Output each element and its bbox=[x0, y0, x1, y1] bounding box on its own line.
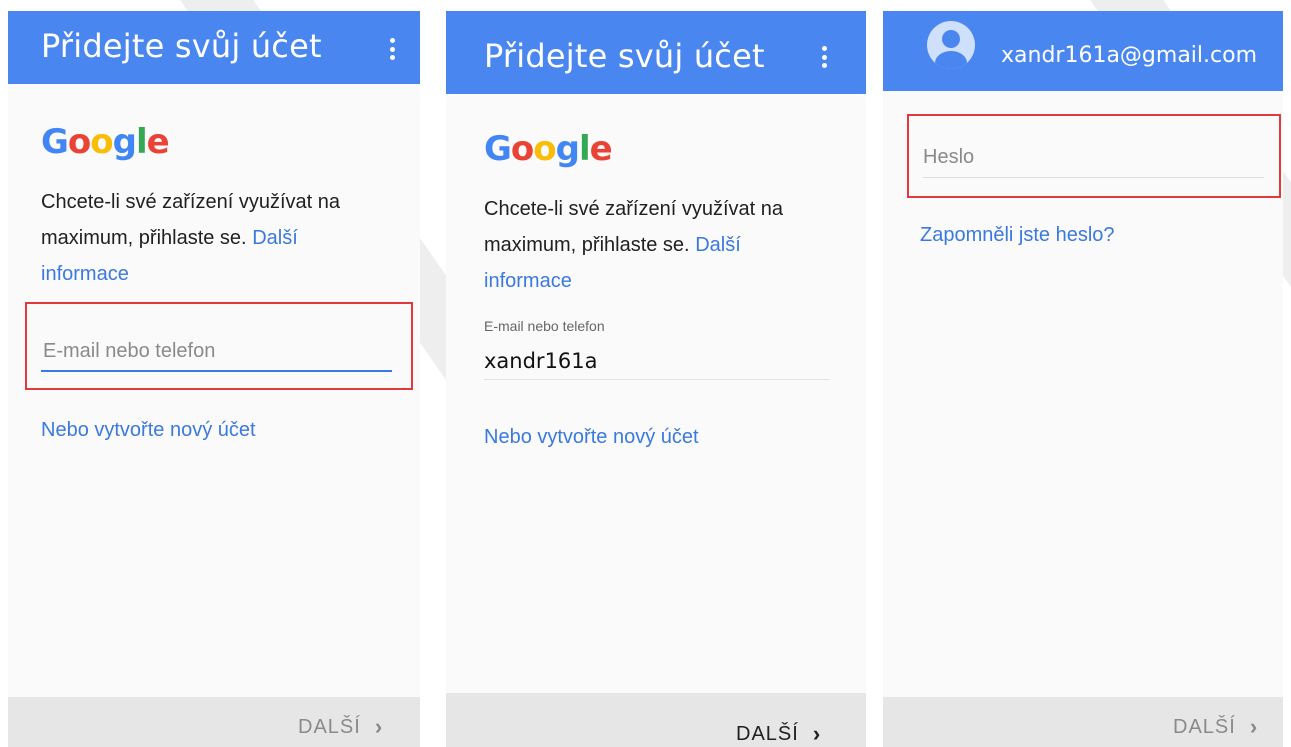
next-button-label: DALŠÍ bbox=[1173, 715, 1236, 738]
bottom-bar: DALŠÍ › bbox=[883, 697, 1283, 747]
password-field[interactable]: Heslo bbox=[923, 146, 974, 169]
next-button[interactable]: DALŠÍ › bbox=[298, 714, 383, 740]
password-field-underline bbox=[923, 177, 1264, 178]
next-button[interactable]: DALŠÍ › bbox=[736, 721, 821, 747]
next-button[interactable]: DALŠÍ › bbox=[1173, 714, 1258, 740]
account-circle-icon bbox=[927, 21, 975, 69]
intro-text: Chcete-li své zařízení využívat na maxim… bbox=[41, 191, 341, 285]
bottom-bar: DALŠÍ › bbox=[8, 697, 420, 747]
email-field-underline bbox=[484, 379, 830, 380]
bottom-bar: DALŠÍ › bbox=[446, 693, 866, 747]
page-title: Přidejte svůj účet bbox=[41, 27, 322, 65]
chevron-right-icon: › bbox=[1249, 714, 1259, 739]
email-field-label: E-mail nebo telefon bbox=[484, 318, 605, 334]
screen-enter-password: xandr161a@gmail.com Heslo Zapomněli jste… bbox=[883, 11, 1283, 747]
app-bar: Přidejte svůj účet bbox=[8, 11, 420, 84]
more-vertical-icon[interactable] bbox=[816, 43, 832, 71]
screen-add-account-empty: Přidejte svůj účet Google Chcete-li své … bbox=[8, 11, 420, 747]
chevron-right-icon: › bbox=[812, 721, 822, 746]
create-account-link[interactable]: Nebo vytvořte nový účet bbox=[41, 419, 256, 442]
account-email: xandr161a@gmail.com bbox=[1001, 43, 1258, 68]
chevron-right-icon: › bbox=[374, 714, 384, 739]
email-field[interactable]: xandr161a bbox=[484, 349, 598, 373]
forgot-password-link[interactable]: Zapomněli jste heslo? bbox=[920, 224, 1115, 247]
more-vertical-icon[interactable] bbox=[384, 35, 400, 63]
next-button-label: DALŠÍ bbox=[736, 722, 799, 745]
google-logo: Google bbox=[484, 129, 613, 169]
google-logo: Google bbox=[41, 122, 170, 162]
next-button-label: DALŠÍ bbox=[298, 715, 361, 738]
intro-text: Chcete-li své zařízení využívat na maxim… bbox=[484, 198, 784, 292]
create-account-link[interactable]: Nebo vytvořte nový účet bbox=[484, 426, 699, 449]
account-header: xandr161a@gmail.com bbox=[883, 11, 1283, 91]
email-field-underline bbox=[41, 370, 392, 372]
page-title: Přidejte svůj účet bbox=[484, 37, 765, 75]
app-bar: Přidejte svůj účet bbox=[446, 11, 866, 94]
email-field[interactable]: E-mail nebo telefon bbox=[43, 340, 215, 363]
screen-add-account-filled: Přidejte svůj účet Google Chcete-li své … bbox=[446, 11, 866, 747]
